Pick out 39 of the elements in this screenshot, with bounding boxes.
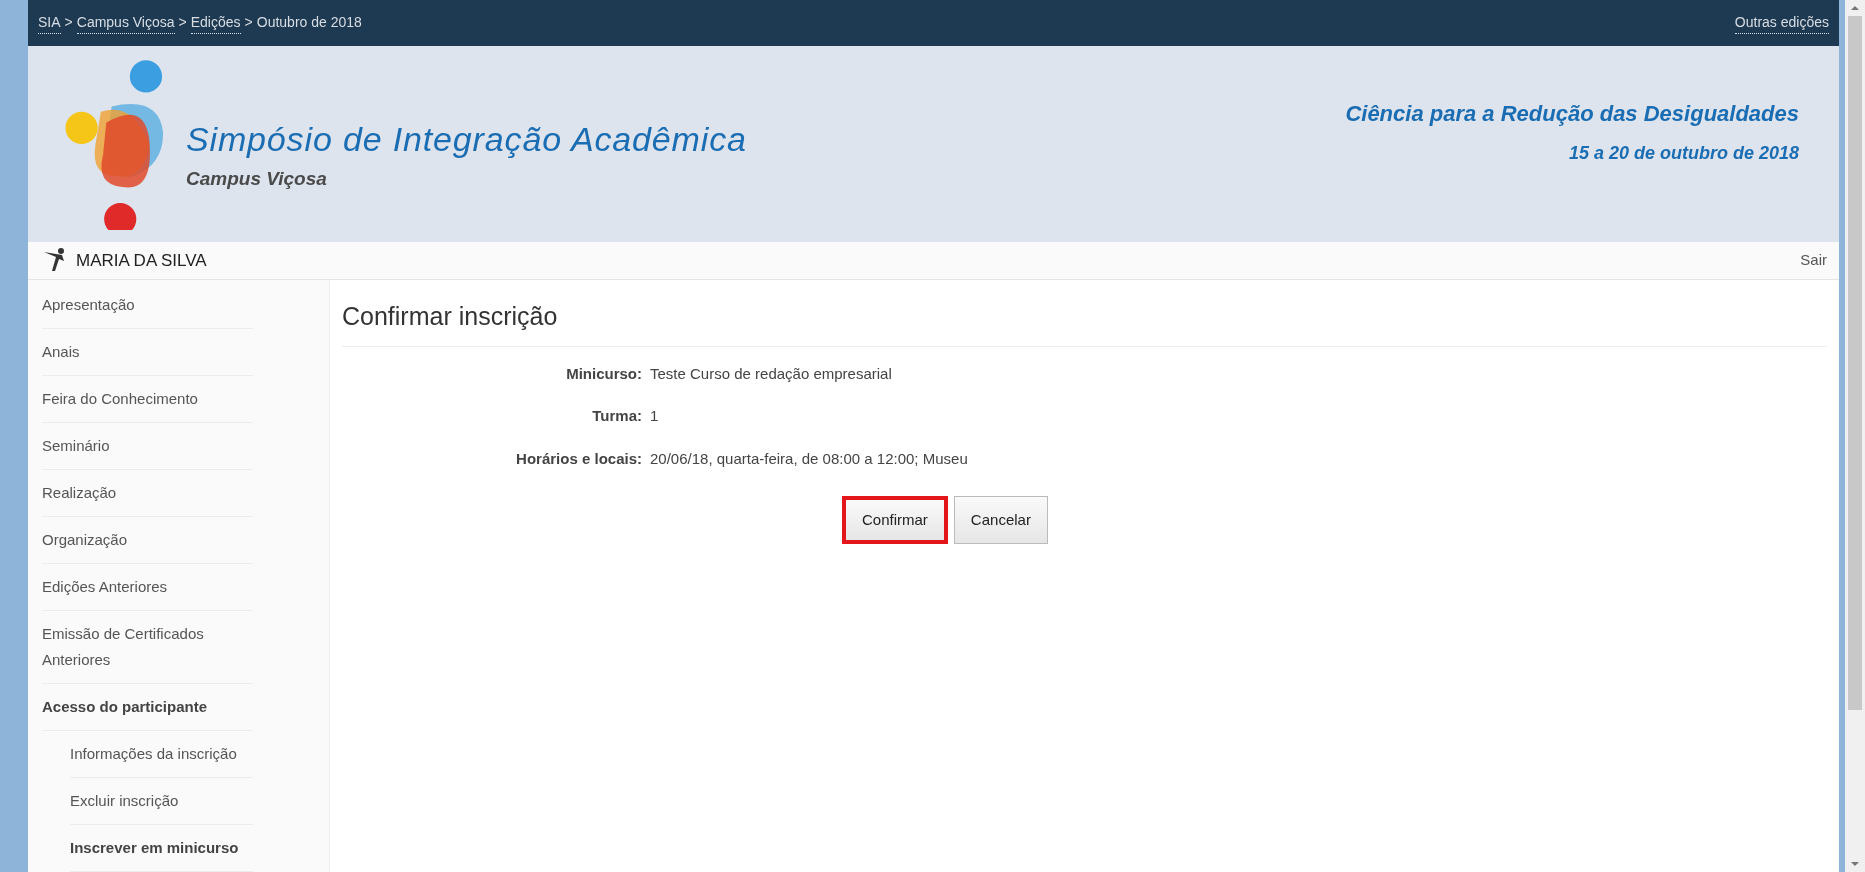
event-theme: Ciência para a Redução das Desigualdades [1345,99,1799,128]
sidebar-item[interactable]: Seminário [42,423,253,470]
breadcrumb-link[interactable]: SIA [38,12,61,34]
sidebar-item[interactable]: Informações da inscrição [70,731,253,778]
sidebar-item[interactable]: Excluir inscrição [70,778,253,825]
sidebar-section[interactable]: Acesso do participante [42,684,253,731]
breadcrumb-text: > [178,13,187,32]
scrollbar-thumb[interactable] [1848,16,1862,710]
confirm-button[interactable]: Confirmar [842,496,948,544]
field-value: Teste Curso de redação empresarial [650,363,892,384]
scrollbar[interactable] [1845,0,1865,872]
field-label: Turma: [591,406,642,426]
user-name: MARIA DA SILVA [76,249,207,272]
field-value: 20/06/18, quarta-feira, de 08:00 a 12:00; Museu [650,448,968,469]
sidebar-item[interactable]: Apresentação [42,282,253,329]
sidebar-item[interactable]: Realização [42,470,253,517]
sidebar-item[interactable]: Organização [42,517,253,564]
field-value: 1 [650,406,659,426]
sidebar-item[interactable]: Emissão de Certificados Anteriores [42,611,253,684]
sidebar-item[interactable]: Inscrever em minicurso [70,825,253,872]
scroll-down-icon[interactable] [1850,860,1860,868]
event-dates: 15 a 20 de outubro de 2018 [1568,141,1799,165]
sidebar-item[interactable]: Edições Anteriores [42,564,253,611]
page-title: Confirmar inscrição [342,298,1827,347]
cancel-button[interactable]: Cancelar [953,496,1048,544]
scroll-up-icon[interactable] [1850,4,1860,12]
breadcrumb-text: > [64,13,73,32]
field-label: Minicurso: [565,363,642,384]
campus-subtitle: Campus Viçosa [186,167,328,192]
breadcrumb-link[interactable]: Campus Viçosa [76,12,175,34]
breadcrumb-text: > [244,13,253,32]
other-editions-link[interactable]: Outras edições [1734,12,1829,34]
site-title: Simpósio de Integração Acadêmica [186,119,747,161]
field-label: Horários e locais: [515,448,642,469]
sidebar-item[interactable]: Feira do Conhecimento [42,376,253,423]
breadcrumb-link[interactable]: Edições [190,12,241,34]
sidebar-item[interactable]: Anais [42,329,253,376]
breadcrumb-text: Outubro de 2018 [256,13,362,32]
logout-link[interactable]: Sair [1800,249,1827,272]
